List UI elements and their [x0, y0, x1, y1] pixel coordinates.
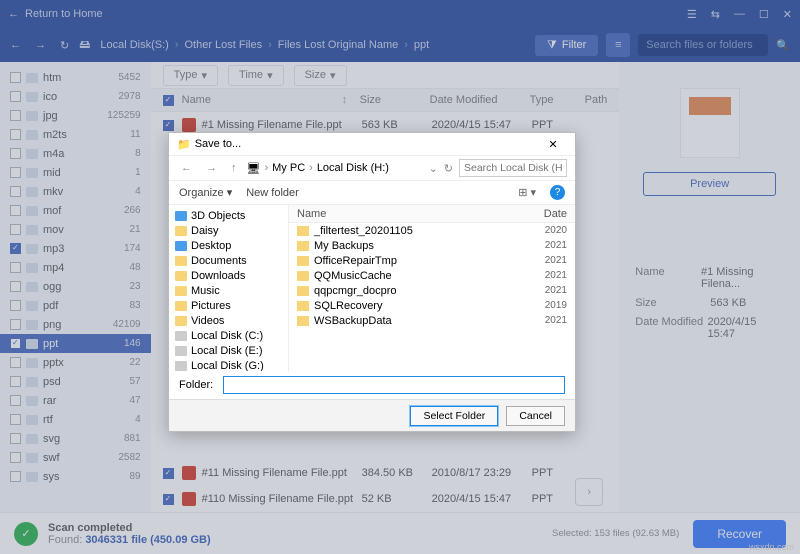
tree-item[interactable]: Desktop	[169, 238, 288, 253]
folder-icon	[175, 256, 187, 266]
tree-item[interactable]: Daisy	[169, 223, 288, 238]
list-item[interactable]: OfficeRepairTmp2021	[289, 253, 575, 268]
save-to-dialog: 📁 Save to... ✕ ← → ↑ 🖥›My PC›Local Disk …	[168, 132, 576, 432]
tree-item[interactable]: Local Disk (E:)	[169, 343, 288, 358]
tree-item[interactable]: Local Disk (G:)	[169, 358, 288, 371]
folder-icon	[175, 211, 187, 221]
newfolder-button[interactable]: New folder	[246, 187, 299, 199]
list-item[interactable]: SQLRecovery2019	[289, 298, 575, 313]
folder-label: Folder:	[179, 379, 213, 391]
folder-icon: 📁	[177, 138, 191, 151]
dlg-col-name[interactable]: Name	[297, 208, 544, 220]
dlg-search-input[interactable]	[459, 159, 567, 177]
folder-icon	[175, 316, 187, 326]
tree-item[interactable]: Pictures	[169, 298, 288, 313]
dialog-close-button[interactable]: ✕	[539, 138, 567, 151]
tree-item[interactable]: Music	[169, 283, 288, 298]
dlg-col-date[interactable]: Date	[544, 208, 567, 220]
folder-icon	[297, 241, 309, 251]
list-item[interactable]: My Backups2021	[289, 238, 575, 253]
watermark: wsxdn.com	[749, 542, 794, 552]
dlg-tree: 3D ObjectsDaisyDesktopDocumentsDownloads…	[169, 205, 289, 371]
drive-icon	[175, 346, 187, 356]
folder-icon	[297, 226, 309, 236]
cancel-button[interactable]: Cancel	[506, 406, 565, 426]
folder-icon	[297, 301, 309, 311]
folder-icon	[297, 271, 309, 281]
view-options-icon[interactable]: ⊞ ▾	[518, 186, 536, 199]
folder-icon	[175, 241, 187, 251]
tree-item[interactable]: Downloads	[169, 268, 288, 283]
folder-icon	[175, 271, 187, 281]
folder-icon	[175, 286, 187, 296]
pc-icon: 🖥	[247, 162, 261, 175]
list-item[interactable]: qqpcmgr_docpro2021	[289, 283, 575, 298]
folder-icon	[297, 286, 309, 296]
list-item[interactable]: QQMusicCache2021	[289, 268, 575, 283]
tree-item[interactable]: 3D Objects	[169, 208, 288, 223]
organize-menu[interactable]: Organize ▾	[179, 186, 232, 199]
select-folder-button[interactable]: Select Folder	[410, 406, 498, 426]
tree-item[interactable]: Local Disk (C:)	[169, 328, 288, 343]
path-seg[interactable]: Local Disk (H:)	[317, 162, 389, 174]
folder-input[interactable]	[223, 376, 565, 394]
folder-icon	[175, 226, 187, 236]
help-icon[interactable]: ?	[550, 185, 565, 200]
folder-icon	[297, 316, 309, 326]
drive-icon	[175, 331, 187, 341]
path-seg[interactable]: My PC	[272, 162, 305, 174]
dlg-path[interactable]: 🖥›My PC›Local Disk (H:)	[247, 162, 423, 175]
dlg-fwd-icon[interactable]: →	[202, 162, 221, 174]
dlg-up-icon[interactable]: ↑	[227, 162, 241, 174]
refresh-icon[interactable]: ↻	[444, 162, 453, 175]
dialog-title: Save to...	[195, 138, 241, 150]
list-item[interactable]: WSBackupData2021	[289, 313, 575, 328]
list-item[interactable]: _filtertest_202011052020	[289, 223, 575, 238]
folder-icon	[297, 256, 309, 266]
tree-item[interactable]: Documents	[169, 253, 288, 268]
drive-icon	[175, 361, 187, 371]
chevron-down-icon[interactable]: ⌄	[429, 162, 438, 175]
dlg-back-icon[interactable]: ←	[177, 162, 196, 174]
tree-item[interactable]: Videos	[169, 313, 288, 328]
folder-icon	[175, 301, 187, 311]
